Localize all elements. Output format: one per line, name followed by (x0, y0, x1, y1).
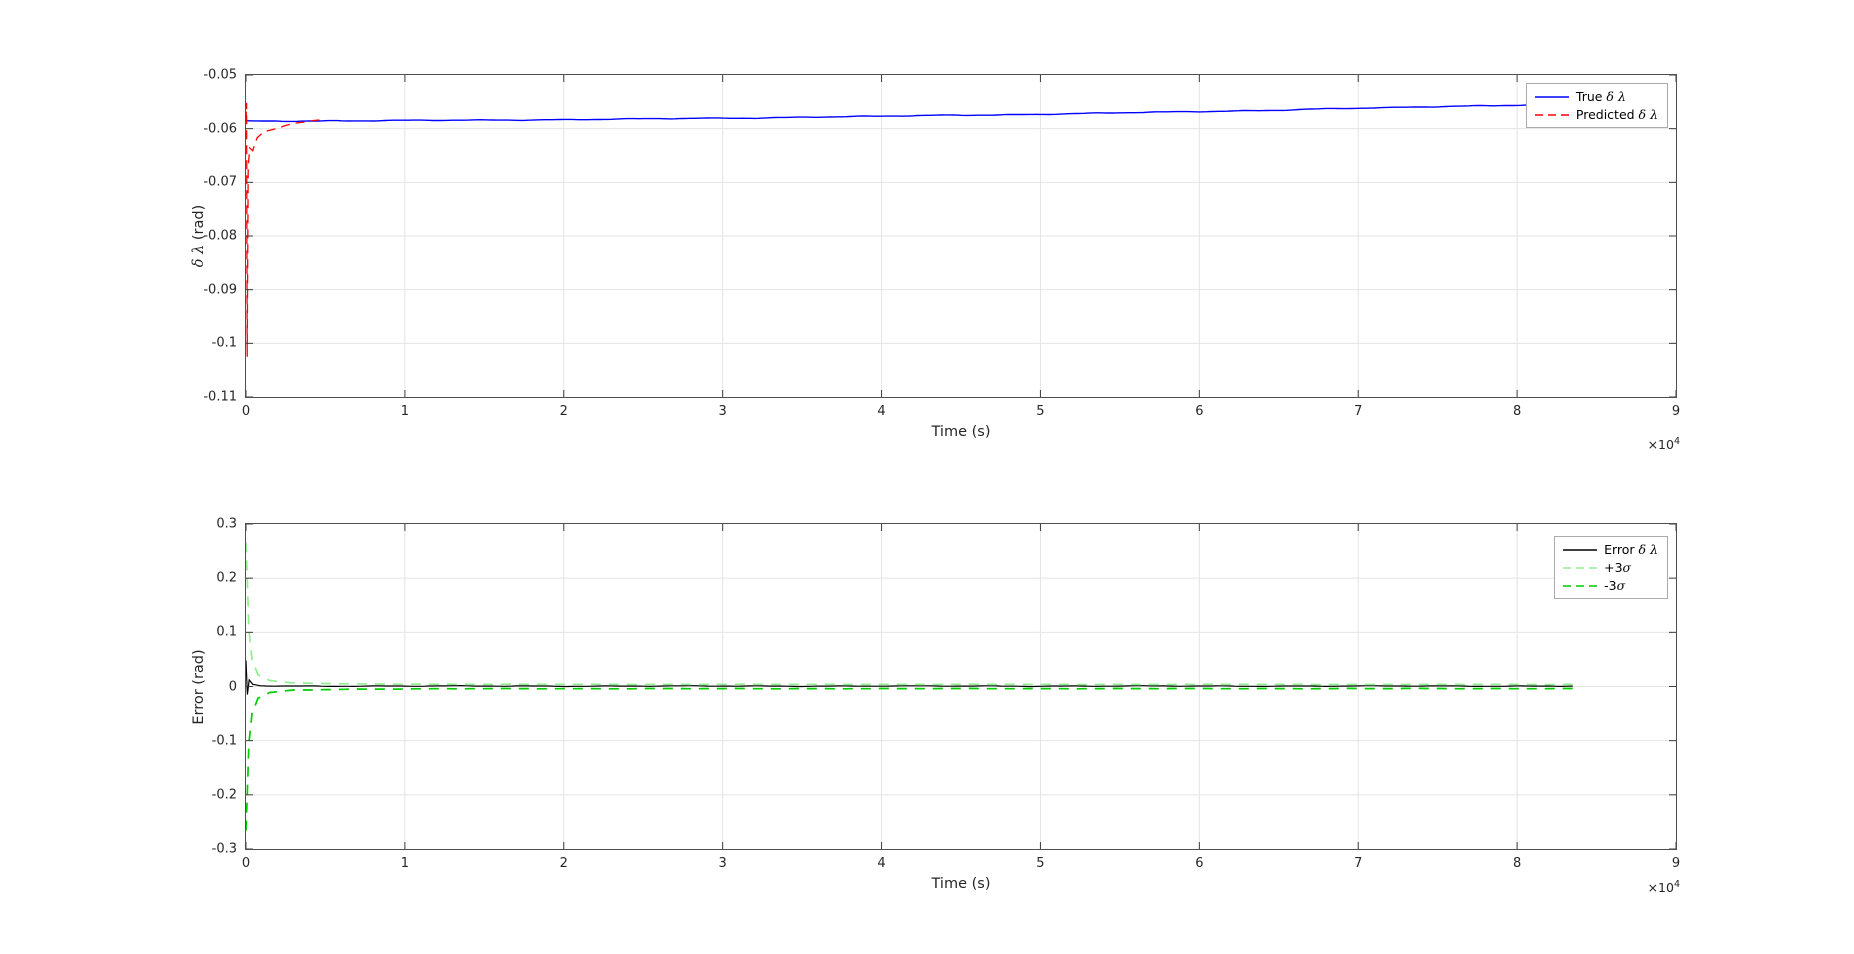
x-tick-label: 4 (877, 405, 885, 418)
x-tick-label: 8 (1513, 857, 1521, 870)
legend-entry: Predicted δ λ (1534, 106, 1658, 123)
error-plot-legend: Error δ λ +3σ -3σ (1554, 536, 1668, 599)
x-tick-label: 9 (1672, 405, 1680, 418)
x-tick-label: 2 (560, 857, 568, 870)
x-tick-label: 2 (560, 405, 568, 418)
x-tick-label: 0 (242, 405, 250, 418)
x-tick-label: 6 (1195, 405, 1203, 418)
x-tick-label: 8 (1513, 405, 1521, 418)
legend-label: Error δ λ (1604, 542, 1658, 557)
x-tick-label: 7 (1354, 405, 1362, 418)
y-tick-label: 0.3 (216, 518, 237, 531)
x-tick-label: 3 (719, 857, 727, 870)
series--3σ (246, 688, 1573, 830)
y-tick-label: -0.1 (212, 734, 237, 747)
series-+3σ (246, 542, 1573, 684)
legend-entry: Error δ λ (1562, 541, 1658, 558)
y-tick-label: 0.2 (216, 572, 237, 585)
x-tick-label: 5 (1036, 857, 1044, 870)
legend-line-sample (1534, 109, 1570, 121)
error-plot-canvas (246, 524, 1676, 849)
delta-lambda-plot-canvas (246, 75, 1676, 397)
exponent-base: ×10 (1648, 880, 1674, 895)
y-tick-label: -0.05 (203, 69, 237, 82)
legend-entry: True δ λ (1534, 88, 1658, 105)
legend-label: Predicted δ λ (1576, 107, 1658, 122)
y-tick-label: -0.07 (203, 176, 237, 189)
y-tick-label: -0.08 (203, 230, 237, 243)
y-tick-label: -0.09 (203, 283, 237, 296)
y-tick-label: -0.11 (203, 391, 237, 404)
series-predicted-δ-λ (246, 103, 325, 357)
series-true-δ-λ (246, 104, 1573, 122)
legend-line-sample (1562, 544, 1598, 556)
exponent-power: 4 (1674, 879, 1680, 890)
y-tick-label: 0 (229, 680, 237, 693)
x-tick-label: 9 (1672, 857, 1680, 870)
top-x-axis-exponent: ×104 (1648, 436, 1680, 452)
figure-canvas: δ λ (rad) Time (s) ×104 0123456789-0.05-… (0, 0, 1854, 954)
bottom-plot-axes: Error (rad) Time (s) ×104 01234567890.30… (245, 523, 1677, 850)
legend-label: -3σ (1604, 578, 1625, 593)
legend-line-sample (1562, 580, 1598, 592)
y-tick-label: -0.1 (212, 337, 237, 350)
y-tick-label: 0.1 (216, 626, 237, 639)
bottom-y-axis-label: Error (rad) (191, 649, 207, 724)
top-plot-axes: δ λ (rad) Time (s) ×104 0123456789-0.05-… (245, 74, 1677, 398)
x-tick-label: 3 (719, 405, 727, 418)
bottom-x-axis-label: Time (s) (932, 876, 991, 892)
legend-entry: -3σ (1562, 577, 1658, 594)
legend-label: True δ λ (1576, 89, 1626, 104)
delta-lambda-plot-legend: True δ λ Predicted δ λ (1526, 83, 1668, 128)
x-tick-label: 1 (401, 857, 409, 870)
y-tick-label: -0.3 (212, 843, 237, 856)
legend-label: +3σ (1604, 560, 1631, 575)
x-tick-label: 7 (1354, 857, 1362, 870)
legend-entry: +3σ (1562, 559, 1658, 576)
bottom-x-axis-exponent: ×104 (1648, 879, 1680, 895)
y-tick-label: -0.06 (203, 122, 237, 135)
x-tick-label: 1 (401, 405, 409, 418)
x-tick-label: 6 (1195, 857, 1203, 870)
exponent-power: 4 (1674, 436, 1680, 447)
exponent-base: ×10 (1648, 437, 1674, 452)
x-tick-label: 0 (242, 857, 250, 870)
x-tick-label: 5 (1036, 405, 1044, 418)
x-tick-label: 4 (877, 857, 885, 870)
y-tick-label: -0.2 (212, 788, 237, 801)
top-x-axis-label: Time (s) (932, 424, 991, 440)
legend-line-sample (1562, 562, 1598, 574)
legend-line-sample (1534, 91, 1570, 103)
